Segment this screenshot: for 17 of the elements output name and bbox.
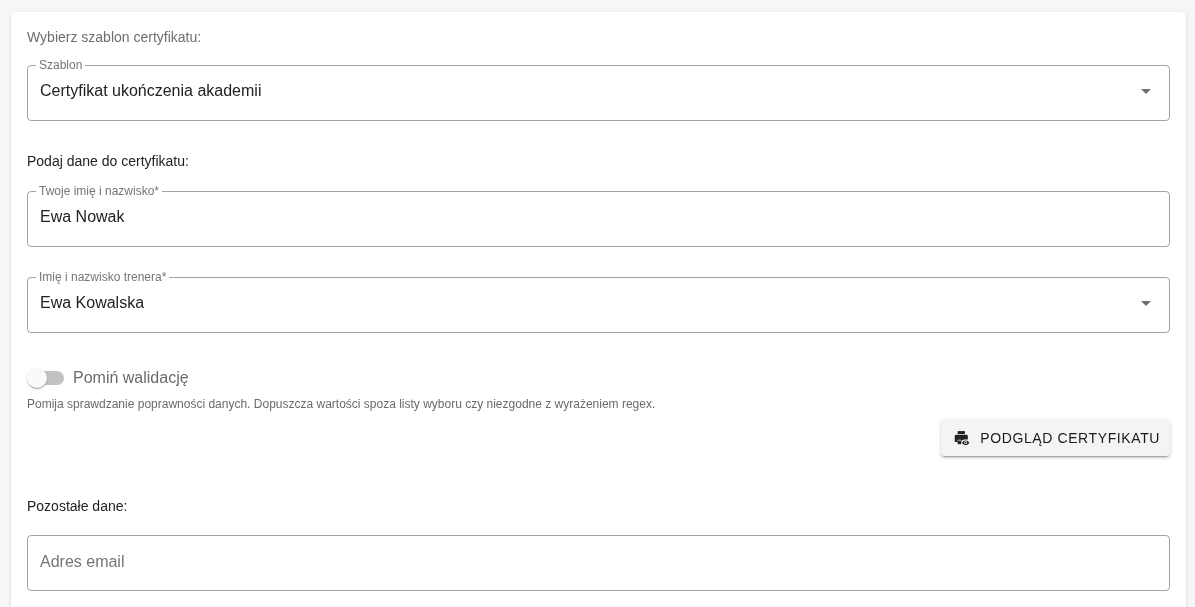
field-label: Szablon (38, 58, 84, 72)
select-field[interactable]: Imię i nazwisko trenera* Ewa Kowalska (27, 270, 1170, 333)
section-heading: Wybierz szablon certyfikatu: (27, 28, 203, 47)
toggle-switch[interactable] (27, 368, 64, 388)
text-field[interactable]: Adres email (27, 535, 1170, 591)
switch-label: Pomiń walidację (73, 368, 189, 388)
field-label: Imię i nazwisko trenera* (38, 270, 168, 284)
section-heading: Pozostałe dane: (27, 497, 129, 516)
caret-icon (1141, 300, 1151, 306)
preview-button[interactable]: PODGLĄD CERTYFIKATU (941, 420, 1170, 456)
field-label: Twoje imię i nazwisko* (38, 184, 161, 198)
select-field[interactable]: Szablon Certyfikat ukończenia akademii (27, 58, 1170, 121)
printer-eye-icon (954, 430, 971, 446)
section-heading: Podaj dane do certyfikatu: (27, 152, 190, 171)
caret-icon (1141, 88, 1151, 94)
helper-text: Pomija sprawdzanie poprawności danych. Dopuszcza wartości spoza listy wyboru czy niezgodne z wyrażeniem regex. (27, 396, 657, 412)
text-field[interactable]: Twoje imię i nazwisko* Ewa Nowak (27, 184, 1170, 247)
